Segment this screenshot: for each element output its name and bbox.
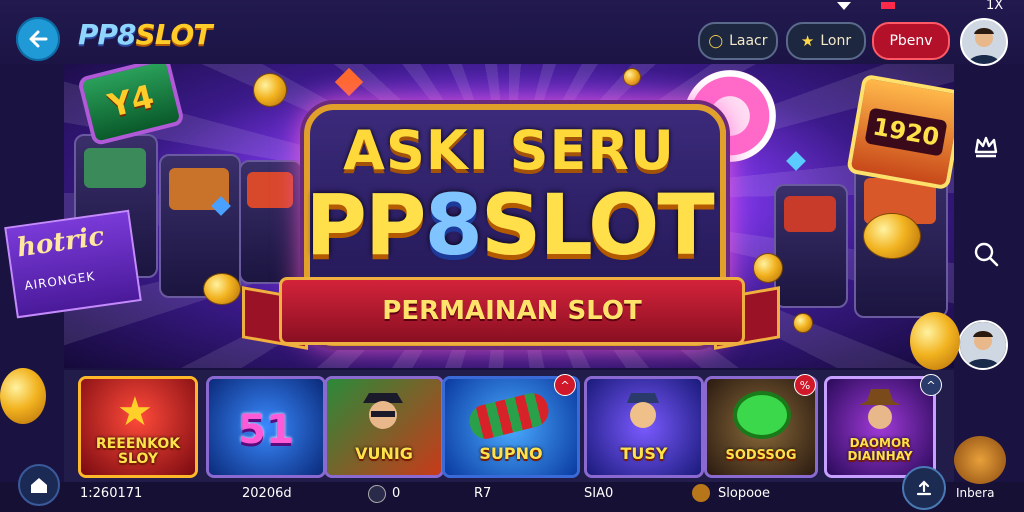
- coin-icon: [794, 314, 812, 332]
- headline-right: SLOT: [480, 176, 715, 274]
- bottom-stat-4: R7: [474, 486, 492, 501]
- close-label[interactable]: 1X: [986, 0, 1003, 13]
- wifi-icon: [836, 0, 852, 14]
- game-tile[interactable]: TUSY: [584, 376, 704, 478]
- pill-label-1: Laacr: [729, 33, 768, 49]
- bottom-stat-5: SIA0: [584, 486, 614, 501]
- coin-icon: [624, 69, 640, 85]
- search-icon[interactable]: [964, 234, 1008, 274]
- game-label: SUPNO: [479, 444, 543, 463]
- profile-avatar[interactable]: [960, 18, 1008, 66]
- game-label: REEENKOK SLOY: [95, 436, 181, 467]
- person-icon: [960, 322, 1006, 368]
- pill-label-3: Pbenv: [889, 33, 933, 49]
- coin-icon: [0, 368, 46, 424]
- game-tile[interactable]: DAOMOR DIAINHAY: [824, 376, 936, 478]
- crown-icon[interactable]: [964, 126, 1008, 166]
- bottom-stat-6: Slopooe: [718, 486, 770, 501]
- bottom-stat-1: 1:260171: [80, 486, 143, 501]
- ribbon-text: PERMAINAN SLOT: [382, 296, 642, 326]
- coin-icon: [254, 74, 286, 106]
- hot-badge: ^: [554, 374, 576, 396]
- pill-button-3[interactable]: Pbenv: [872, 22, 950, 60]
- clock-icon: [368, 485, 386, 503]
- game-label: DAOMOR DIAINHAY: [847, 436, 913, 463]
- logo-text-right: SLOT: [135, 18, 213, 51]
- game-label: SODSSOG: [725, 448, 797, 463]
- back-button[interactable]: [16, 17, 60, 61]
- game-tile[interactable]: VUNIG: [324, 376, 444, 478]
- game-label: VUNIG: [355, 444, 413, 463]
- coin-icon: [204, 274, 240, 304]
- bulb-icon: ◯: [708, 33, 724, 49]
- pill-label-2: Lonr: [820, 33, 852, 49]
- games-strip: ★ REEENKOK SLOY 51 VUNIG SUPNO ^ TUSY SO…: [64, 370, 954, 482]
- hot-sign: hotric AIRONGEK: [4, 209, 142, 319]
- banner-ribbon: PERMAINAN SLOT: [279, 277, 745, 345]
- hero-banner[interactable]: Y4 1920 ASKI SERU PP8SLOT PERMAINAN SLOT: [64, 64, 954, 368]
- headline-mid: 8: [424, 176, 482, 274]
- logo-text-left: PP8: [78, 18, 137, 51]
- token-icon: [733, 391, 791, 439]
- game-tile[interactable]: ★ REEENKOK SLOY: [78, 376, 198, 478]
- game-tile[interactable]: 51: [206, 376, 326, 478]
- pill-button-2[interactable]: ★ Lonr: [786, 22, 866, 60]
- coin-icon: [692, 484, 710, 502]
- arrow-up-icon: [916, 480, 932, 496]
- cowboy-icon: [859, 389, 901, 429]
- hot-sign-title: hotric: [15, 221, 107, 264]
- home-button[interactable]: [18, 464, 60, 506]
- character-icon: [627, 393, 659, 428]
- character-icon: [363, 393, 403, 429]
- game-label: TUSY: [620, 444, 668, 463]
- person-icon: [962, 20, 1006, 64]
- treasure-icon[interactable]: [954, 436, 1006, 484]
- banner-headline-2: PP8SLOT: [64, 176, 954, 274]
- new-badge: %: [794, 374, 816, 396]
- bottom-stat-3: 0: [392, 486, 401, 501]
- home-icon: [31, 478, 47, 493]
- banner-headline-1: ASKI SERU: [343, 119, 675, 182]
- headline-left: PP: [305, 176, 426, 274]
- friend-avatar[interactable]: [958, 320, 1008, 370]
- upload-button[interactable]: [902, 466, 946, 510]
- app-logo[interactable]: PP8SLOT: [78, 18, 213, 51]
- coin-icon: [910, 312, 960, 370]
- star-icon: ★: [800, 32, 815, 50]
- star-icon: ★: [117, 389, 153, 435]
- hot-sign-subtitle: AIRONGEK: [23, 269, 97, 293]
- bottom-stat-2: 20206d: [242, 486, 292, 501]
- game-label: 51: [238, 407, 294, 453]
- pill-button-1[interactable]: ◯ Laacr: [698, 22, 778, 60]
- bottom-right-label[interactable]: Inbera: [956, 486, 994, 500]
- info-badge: ^: [920, 374, 942, 396]
- signal-icon: [880, 0, 896, 14]
- bottom-bar: [0, 482, 1024, 512]
- arrow-left-icon: [29, 30, 48, 48]
